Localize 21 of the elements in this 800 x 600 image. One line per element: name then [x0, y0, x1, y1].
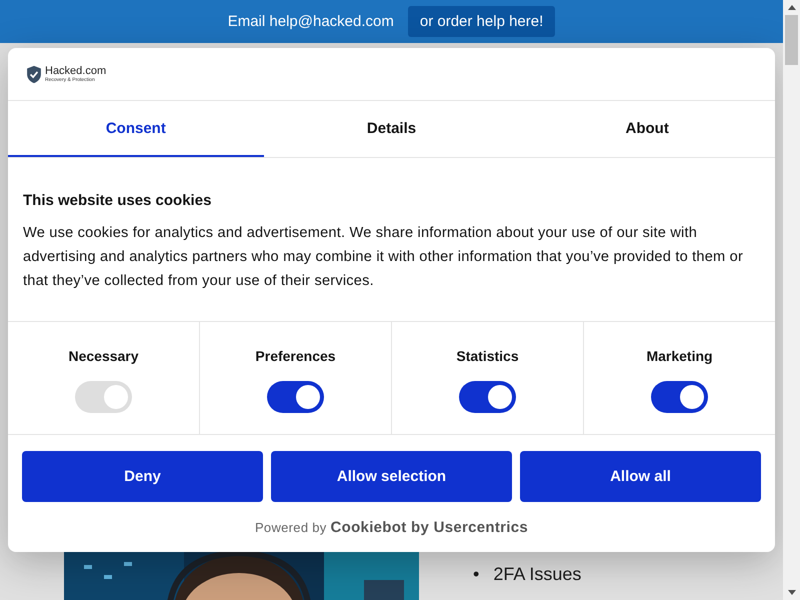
toggle-switch[interactable] — [651, 381, 708, 413]
toggle-switch[interactable] — [459, 381, 516, 413]
category-label: Statistics — [456, 348, 519, 364]
list-item: 2FA Issues — [493, 563, 582, 586]
email-text: Email help@hacked.com — [228, 13, 394, 30]
bullet: • — [473, 563, 480, 586]
consent-button[interactable]: Deny — [22, 451, 263, 502]
consent-button[interactable]: Allow all — [520, 451, 761, 502]
tab[interactable]: Consent — [8, 101, 264, 157]
consent-button[interactable]: Allow selection — [271, 451, 512, 502]
dialog-heading: This website uses cookies — [23, 192, 212, 209]
shield-check-icon — [25, 64, 43, 84]
toggle-switch[interactable] — [267, 381, 324, 413]
cookie-description: We use cookies for analytics and advertisement. We share information about your use of our site with advertising and analytics partners who may combine it with other information that you’ve provided to them or that they’ve collected from your use of their services. — [23, 224, 744, 291]
logo-name: Hacked.com — [45, 66, 106, 76]
category-label: Preferences — [255, 348, 336, 364]
order-help-button[interactable]: or order help here! — [408, 6, 556, 37]
category-label: Necessary — [68, 348, 139, 364]
scrollbar[interactable] — [783, 0, 800, 600]
category-label: Marketing — [646, 348, 713, 364]
powered-by-text: Powered by Cookiebot by Usercentrics — [254, 518, 528, 536]
